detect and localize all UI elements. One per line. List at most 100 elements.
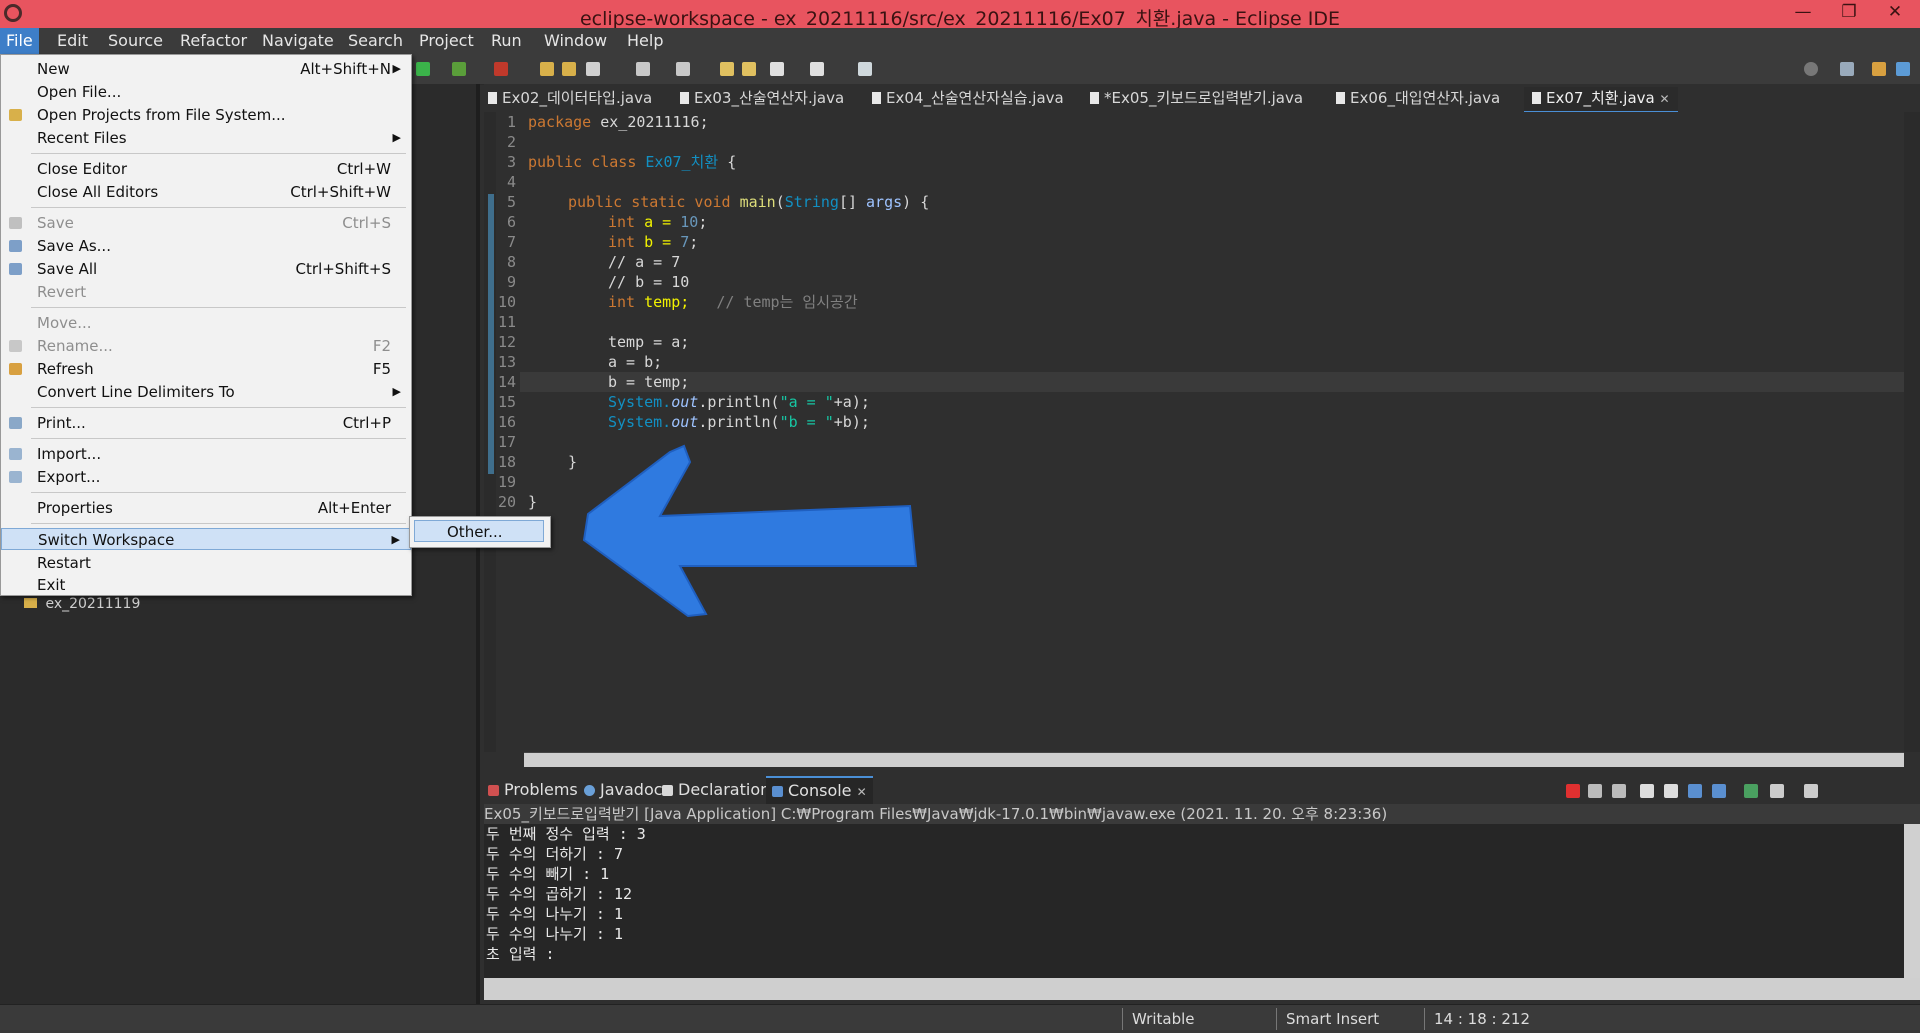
scroll-lock-icon[interactable] (1664, 784, 1678, 798)
string-literal: "a = " (779, 393, 834, 411)
menu-item-close-all-editors[interactable]: Close All Editors Ctrl+Shift+W (1, 181, 411, 203)
console-line: 초 입력 : (486, 945, 555, 963)
editor-vertical-scrollbar[interactable] (1904, 112, 1920, 752)
menu-item-export[interactable]: Export... (1, 466, 411, 488)
menu-item-new[interactable]: New Alt+Shift+N ▶ (1, 58, 411, 80)
console-vertical-scrollbar[interactable] (1904, 824, 1920, 978)
menu-item-save-as[interactable]: Save As... (1, 235, 411, 257)
remove-all-icon[interactable] (1612, 784, 1626, 798)
external-tools-icon[interactable] (494, 62, 508, 76)
editor-horizontal-scrollbar[interactable] (524, 752, 1904, 767)
explorer-project-item[interactable]: ex_20211119 (24, 596, 140, 612)
quick-access-search-icon[interactable] (1804, 62, 1818, 76)
line-number: 17 (497, 433, 516, 451)
menu-item-restart[interactable]: Restart (1, 552, 411, 574)
new-java-project-icon[interactable] (540, 62, 554, 76)
menu-item-label: Switch Workspace (38, 531, 175, 549)
menu-item-label: Import... (37, 445, 102, 463)
menu-item-other-workspace[interactable]: Other... (414, 520, 544, 542)
menu-project[interactable]: Project (419, 31, 474, 50)
menu-item-import[interactable]: Import... (1, 443, 411, 465)
menu-navigate[interactable]: Navigate (262, 31, 334, 50)
next-edit-icon[interactable] (742, 62, 756, 76)
remove-launch-icon[interactable] (1588, 784, 1602, 798)
close-tab-icon[interactable]: ✕ (1660, 92, 1670, 106)
annotation-icon[interactable] (636, 62, 650, 76)
project-label: ex_20211119 (45, 596, 141, 612)
menu-refactor[interactable]: Refactor (180, 31, 247, 50)
menu-item-recent-files[interactable]: Recent Files ▶ (1, 127, 411, 149)
new-class-icon[interactable] (586, 62, 600, 76)
editor-tab[interactable]: Ex06_대입연산자.java (1336, 87, 1500, 111)
tab-declaration[interactable]: Declaration (662, 780, 770, 799)
editor-tab-active[interactable]: Ex07_치환.java ✕ (1524, 87, 1678, 114)
class-name: Ex07_치환 (636, 153, 719, 171)
code-editor[interactable]: 1 package ex_20211116; 2 3 public class Ex… (484, 112, 1904, 752)
coverage-icon[interactable] (452, 62, 466, 76)
menu-item-save-all[interactable]: Save All Ctrl+Shift+S (1, 258, 411, 280)
java-file-icon (680, 92, 689, 104)
menu-run[interactable]: Run (491, 31, 522, 50)
close-button[interactable]: ✕ (1872, 2, 1918, 26)
java-file-icon (872, 92, 881, 104)
open-perspective-icon[interactable] (1840, 62, 1854, 76)
line-number: 19 (497, 473, 516, 491)
editor-tab[interactable]: Ex03_산술연산자.java (680, 87, 844, 111)
minimize-button[interactable]: — (1780, 2, 1826, 26)
pin-editor-icon[interactable] (858, 62, 872, 76)
menu-item-print[interactable]: Print... Ctrl+P (1, 412, 411, 434)
menu-edit[interactable]: Edit (57, 31, 88, 50)
status-writable: Writable (1132, 1010, 1195, 1028)
string-literal: "b = " (779, 413, 834, 431)
menu-item-close-editor[interactable]: Close Editor Ctrl+W (1, 158, 411, 180)
run-icon[interactable] (416, 62, 430, 76)
menu-item-open-projects[interactable]: Open Projects from File System... (1, 104, 411, 126)
console-output[interactable]: 두 번째 정수 입력 : 3 두 수의 더하기 : 7 두 수의 빼기 : 1 … (484, 824, 1904, 978)
forward-icon[interactable] (810, 62, 824, 76)
tab-console[interactable]: Console ✕ (766, 776, 873, 806)
terminate-icon[interactable] (1566, 784, 1580, 798)
menu-item-label: Exit (37, 576, 66, 594)
menu-item-shortcut: Ctrl+S (342, 214, 391, 232)
menu-item-refresh[interactable]: Refresh F5 (1, 358, 411, 380)
maximize-button[interactable]: ❐ (1826, 2, 1872, 26)
show-stderr-icon[interactable] (1712, 784, 1726, 798)
save-as-icon (9, 240, 22, 252)
menu-help[interactable]: Help (627, 31, 663, 50)
menu-item-properties[interactable]: Properties Alt+Enter (1, 497, 411, 519)
console-horizontal-scrollbar[interactable] (484, 978, 1920, 1000)
menu-item-shortcut: Ctrl+W (336, 160, 391, 178)
clear-console-icon[interactable] (1640, 784, 1654, 798)
prev-edit-icon[interactable] (720, 62, 734, 76)
menu-item-exit[interactable]: Exit (1, 574, 411, 596)
debug-perspective-icon[interactable] (1896, 62, 1910, 76)
tab-label: Ex02_데이터타입.java (502, 89, 653, 107)
tab-javadoc[interactable]: Javadoc (584, 780, 663, 799)
export-icon (9, 471, 22, 483)
menu-search[interactable]: Search (348, 31, 403, 50)
menu-source[interactable]: Source (108, 31, 163, 50)
menu-file[interactable]: File (0, 28, 39, 54)
back-icon[interactable] (770, 62, 784, 76)
menu-item-switch-workspace[interactable]: Switch Workspace ▶ (1, 528, 411, 550)
new-package-icon[interactable] (562, 62, 576, 76)
menu-item-label: Properties (37, 499, 113, 517)
editor-tab[interactable]: *Ex05_키보드로입력받기.java (1090, 87, 1303, 111)
java-perspective-icon[interactable] (1872, 62, 1886, 76)
number-literal: 10 (680, 213, 699, 231)
editor-tab[interactable]: Ex04_산술연산자실습.java (872, 87, 1064, 111)
editor-tab[interactable]: Ex02_데이터타입.java (488, 87, 652, 111)
menu-item-label: Recent Files (37, 129, 127, 147)
open-console-icon[interactable] (1804, 784, 1818, 798)
menu-window[interactable]: Window (544, 31, 607, 50)
show-stdout-icon[interactable] (1688, 784, 1702, 798)
search-icon[interactable] (676, 62, 690, 76)
title-bar: eclipse-workspace - ex_20211116/src/ex_2… (0, 0, 1920, 30)
close-tab-icon[interactable]: ✕ (857, 785, 867, 799)
console-line: 두 번째 정수 입력 : 3 (486, 825, 646, 843)
menu-item-convert-line-delimiters[interactable]: Convert Line Delimiters To ▶ (1, 381, 411, 403)
tab-problems[interactable]: Problems (488, 780, 578, 799)
display-console-icon[interactable] (1770, 784, 1784, 798)
menu-item-open-file[interactable]: Open File... (1, 81, 411, 103)
pin-console-icon[interactable] (1744, 784, 1758, 798)
